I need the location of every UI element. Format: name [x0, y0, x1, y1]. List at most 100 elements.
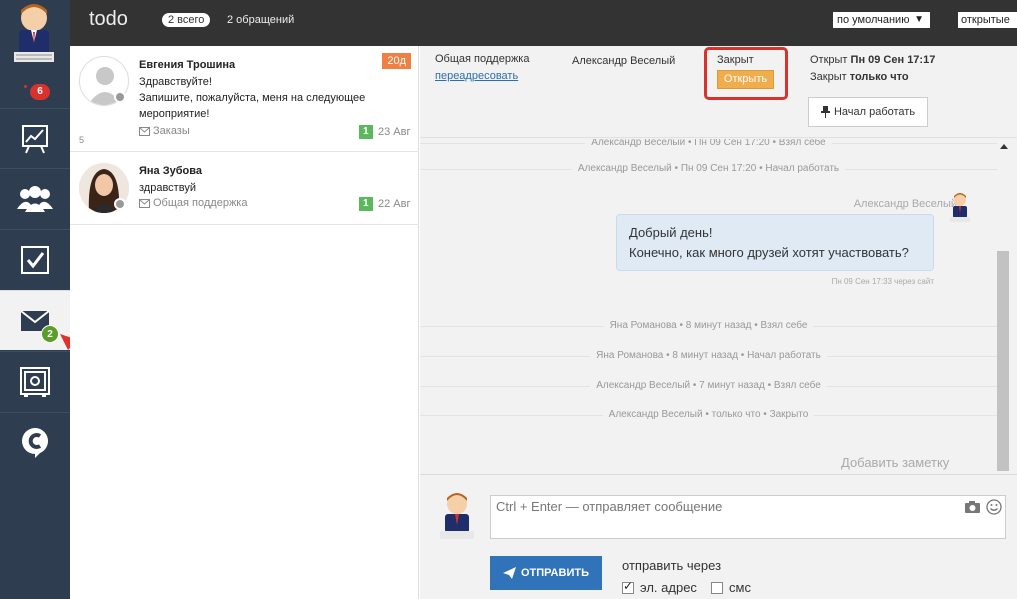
scroll-thumb[interactable] — [997, 251, 1009, 471]
start-work-label: Начал работать — [833, 106, 916, 118]
agent-avatar-icon — [950, 193, 970, 222]
queue-label: Общая поддержка — [139, 197, 247, 209]
agent-avatar-icon[interactable] — [9, 4, 59, 64]
camera-icon[interactable] — [965, 501, 980, 513]
reply-input-placeholder: Ctrl + Enter — отправляет сообщение — [496, 499, 723, 514]
status-filter-value: открытые — [961, 14, 1010, 26]
conversation-date: 22 Авг — [378, 198, 411, 210]
reopen-button[interactable]: Открыть — [717, 70, 774, 89]
timeline-event: Александр Веселый • только что • Закрыто — [420, 409, 997, 420]
timeline-event: Яна Романова • 8 минут назад • Взял себе — [420, 320, 997, 331]
redirect-link[interactable]: переадресовать — [435, 70, 518, 82]
envelope-icon — [139, 126, 150, 136]
chart-board-icon — [22, 124, 48, 153]
sort-select[interactable]: по умолчанию ▼ — [833, 12, 930, 28]
conversation-item[interactable]: Яна Зубова здравствуй Общая поддержка 1 … — [70, 152, 419, 225]
send-via-label: отправить через — [622, 558, 722, 573]
opened-time: Открыт Пн 09 Сен 17:17 — [810, 54, 935, 66]
contact-name: Евгения Трошина — [139, 59, 236, 71]
agent-avatar-icon — [440, 493, 474, 539]
sidebar-profile: 6 — [0, 0, 70, 108]
nav-users[interactable] — [0, 168, 70, 228]
mail-count-badge: 2 — [41, 325, 59, 343]
queue-label: Заказы — [139, 125, 190, 137]
nav-safe[interactable] — [0, 351, 70, 411]
paper-plane-icon — [503, 567, 516, 579]
pin-icon — [820, 106, 830, 118]
contact-name: Яна Зубова — [139, 165, 202, 177]
conversation-date: 23 Авг — [378, 126, 411, 138]
age-tag: 20д — [382, 53, 411, 69]
sms-checkbox[interactable] — [711, 581, 723, 594]
sms-option-label: смс — [729, 580, 751, 595]
ticket-status: Закрыт — [717, 54, 754, 66]
message-meta: Пн 09 Сен 17:33 через сайт — [831, 277, 934, 286]
message-count-pill: 1 — [359, 197, 373, 211]
timeline-event: Александр Веселый • 7 минут назад • Взял… — [420, 380, 997, 391]
timeline-event-text: Александр Веселый • Пн 09 Сен 17:20 • На… — [571, 163, 846, 174]
sidebar: 6 2 — [0, 0, 70, 599]
status-filter-select[interactable]: открытые — [958, 12, 1017, 28]
reply-composer: Ctrl + Enter — отправляет сообщение ОТПР… — [420, 474, 1017, 599]
nav-chat[interactable] — [0, 412, 70, 472]
add-note-link[interactable]: Добавить заметку — [841, 455, 949, 470]
ticket-assignee[interactable]: Александр Веселый — [572, 55, 675, 67]
closed-time: Закрыт только что — [810, 71, 909, 83]
timeline-event-text: Яна Романова • 8 минут назад • Взял себе — [603, 320, 814, 331]
sort-select-value: по умолчанию — [837, 14, 910, 26]
chat-c-icon — [22, 427, 49, 458]
last-message: здравствуй — [139, 182, 196, 194]
conversation-list: Евгения Трошина Здравствуйте! Запишите, … — [70, 46, 419, 599]
ticket-panel: Общая поддержка переадресовать Александр… — [420, 46, 1017, 599]
timeline-event-text: Александр Веселый • Пн 09 Сен 17:20 • Вз… — [585, 139, 832, 148]
email-option-label: эл. адрес — [640, 580, 697, 595]
ticket-timeline: Александр Веселый • Пн 09 Сен 17:20 • Вз… — [420, 139, 997, 474]
queue-name: Заказы — [153, 125, 190, 137]
requests-count[interactable]: 2 обращений — [227, 14, 294, 26]
channel-email-option[interactable]: эл. адрес — [622, 579, 697, 595]
message-count-pill: 1 — [359, 125, 373, 139]
message-bubble: Добрый день! Конечно, как много друзей х… — [616, 214, 934, 271]
timeline-event-text: Яна Романова • 8 минут назад • Начал раб… — [590, 350, 827, 361]
last-message: Здравствуйте! Запишите, пожалуйста, меня… — [139, 74, 384, 122]
closed-value: только что — [849, 71, 909, 83]
notification-badge[interactable]: 6 — [30, 84, 50, 100]
timeline-event: Александр Веселый • Пн 09 Сен 17:20 • На… — [420, 163, 997, 174]
message-line: Добрый день! — [629, 225, 713, 240]
timeline-event: Александр Веселый • Пн 09 Сен 17:20 • Вз… — [420, 139, 997, 148]
total-count-pill[interactable]: 2 всего — [162, 13, 211, 27]
nav-tasks[interactable] — [0, 229, 70, 289]
start-work-button[interactable]: Начал работать — [808, 97, 928, 127]
status-dot — [114, 91, 126, 103]
closed-prefix: Закрыт — [810, 71, 847, 83]
send-button[interactable]: ОТПРАВИТЬ — [490, 556, 602, 590]
last-message-line: Запишите, пожалуйста, меня на следующее … — [139, 92, 366, 120]
scroll-up-icon[interactable] — [1000, 144, 1008, 149]
notification-dot — [24, 85, 27, 88]
status-dot — [114, 198, 126, 210]
channel-sms-option[interactable]: смс — [711, 580, 751, 595]
safe-icon — [20, 366, 50, 397]
nav-reports[interactable] — [0, 108, 70, 168]
composer-tools — [965, 499, 1002, 515]
ticket-queue: Общая поддержка — [435, 53, 530, 65]
nav-mail[interactable]: 2 — [0, 290, 70, 350]
message-author: Александр Веселый — [853, 198, 957, 210]
top-bar: todo 2 всего 2 обращений по умолчанию ▼ … — [70, 0, 1017, 46]
reply-input[interactable]: Ctrl + Enter — отправляет сообщение — [490, 495, 1006, 539]
last-message-line: Здравствуйте! — [139, 76, 212, 88]
conversation-item[interactable]: Евгения Трошина Здравствуйте! Запишите, … — [70, 46, 419, 152]
caret-down-icon: ▼ — [914, 14, 924, 25]
message-line: Конечно, как много друзей хотят участвов… — [629, 245, 909, 260]
opened-prefix: Открыт — [810, 54, 848, 66]
send-button-label: ОТПРАВИТЬ — [521, 567, 589, 579]
users-icon — [17, 185, 53, 212]
smiley-icon[interactable] — [986, 499, 1002, 515]
timeline-scrollbar[interactable] — [997, 139, 1010, 474]
conversation-index: 5 — [79, 135, 85, 145]
email-checkbox[interactable] — [622, 579, 634, 594]
queue-name: Общая поддержка — [153, 197, 248, 209]
envelope-icon — [139, 198, 150, 208]
timeline-event-text: Александр Веселый • только что • Закрыто — [602, 409, 815, 420]
timeline-event: Яна Романова • 8 минут назад • Начал раб… — [420, 350, 997, 361]
